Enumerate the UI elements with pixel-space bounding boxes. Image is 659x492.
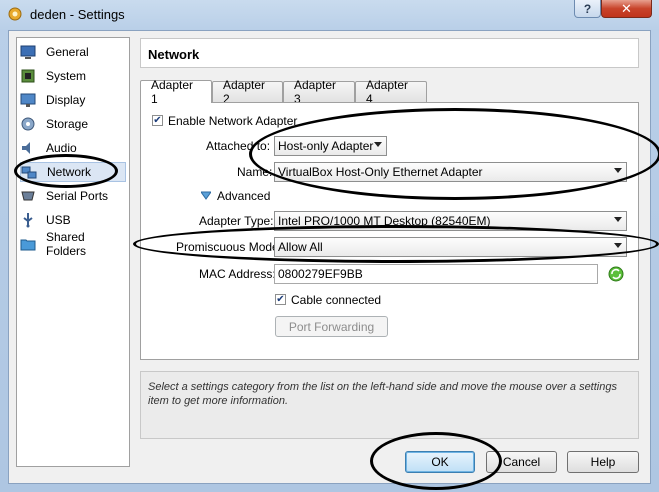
port-forwarding-button[interactable]: Port Forwarding [275,316,388,337]
help-title-button[interactable]: ? [574,0,601,18]
sidebar-item-network[interactable]: Network [20,162,126,182]
display-icon [20,92,36,108]
attached-to-value: Host-only Adapter [278,139,374,153]
attached-to-select[interactable]: Host-only Adapter [274,136,387,156]
chevron-down-icon [614,168,622,173]
enable-adapter-label: Enable Network Adapter [168,114,298,128]
adapter-type-select[interactable]: Intel PRO/1000 MT Desktop (82540EM) [274,211,627,231]
audio-icon [20,140,36,156]
promiscuous-mode-value: Allow All [278,240,323,254]
help-label: Help [590,455,616,469]
promiscuous-mode-label: Promiscuous Mode: [176,240,283,254]
dialog-client-area: General System Display Storage Audio Net… [8,30,651,484]
general-icon [20,44,36,60]
category-list: General System Display Storage Audio Net… [16,37,130,467]
checkmark-icon: ✔ [153,114,162,126]
title-bar: deden - Settings ? ✕ [0,0,659,30]
tab-adapter-2[interactable]: Adapter 2 [212,78,283,106]
settings-gear-icon [8,7,22,21]
tab-adapter-1[interactable]: Adapter 1 [140,78,212,106]
sidebar-item-label: Storage [46,117,89,131]
page-title: Network [148,47,200,62]
adapter-name-value: VirtualBox Host-Only Ethernet Adapter [278,165,483,179]
adapter-type-label: Adapter Type: [199,214,274,228]
enable-adapter-checkbox[interactable]: ✔ [152,115,163,126]
sidebar-item-display[interactable]: Display [20,90,126,110]
sidebar-item-usb[interactable]: USB [20,210,126,230]
window-title: deden - Settings [30,7,125,22]
sidebar-item-system[interactable]: System [20,66,126,86]
advanced-toggle-icon[interactable] [201,191,211,201]
serial-ports-icon [20,188,36,204]
ok-label: OK [431,455,449,469]
sidebar-item-label: Network [47,165,92,179]
checkmark-icon: ✔ [276,293,285,305]
promiscuous-mode-select[interactable]: Allow All [274,237,627,257]
adapter-panel: ✔ Enable Network Adapter Attached to: Ho… [140,102,639,360]
close-button[interactable]: ✕ [601,0,652,18]
mac-address-value: 0800279EF9BB [278,267,363,281]
system-icon [20,68,36,84]
help-icon: ? [583,1,592,16]
ok-button[interactable]: OK [405,451,475,473]
sidebar-item-label: Serial Ports [46,189,109,203]
sidebar-item-serial-ports[interactable]: Serial Ports [20,186,126,206]
storage-icon [20,116,36,132]
cable-connected-label: Cable connected [291,293,382,307]
info-box: Select a settings category from the list… [140,371,639,439]
cancel-label: Cancel [502,455,541,469]
attached-to-label: Attached to: [206,139,271,153]
info-text: Select a settings category from the list… [148,381,617,407]
tab-adapter-4[interactable]: Adapter 4 [355,78,427,106]
sidebar-item-label: Shared Folders [46,230,87,258]
shared-folders-icon [20,236,36,252]
sidebar-item-label: Display [46,93,86,107]
close-icon: ✕ [621,0,632,16]
adapter-type-value: Intel PRO/1000 MT Desktop (82540EM) [278,214,491,228]
tab-label: Adapter 1 [151,78,194,106]
sidebar-item-storage[interactable]: Storage [20,114,126,134]
advanced-label[interactable]: Advanced [217,189,270,203]
settings-window: deden - Settings ? ✕ General System Disp… [0,0,659,492]
mac-address-label: MAC Address: [199,267,276,281]
sidebar-item-label: USB [46,213,71,227]
usb-icon [20,212,36,228]
network-icon [21,164,37,180]
refresh-mac-icon[interactable] [607,265,625,283]
chevron-down-icon [614,217,622,222]
sidebar-item-audio[interactable]: Audio [20,138,126,158]
sidebar-item-label: Audio [46,141,77,155]
page-header: Network [140,38,639,68]
sidebar-item-label: General [46,45,89,59]
sidebar-item-general[interactable]: General [20,42,126,62]
mac-address-input[interactable]: 0800279EF9BB [274,264,598,284]
chevron-down-icon [614,243,622,248]
sidebar-item-label: System [46,69,87,83]
cable-connected-checkbox[interactable]: ✔ [275,294,286,305]
name-label: Name: [237,165,273,179]
cancel-button[interactable]: Cancel [486,451,557,473]
adapter-name-select[interactable]: VirtualBox Host-Only Ethernet Adapter [274,162,627,182]
sidebar-item-shared-folders[interactable]: Shared Folders [20,230,126,258]
tab-adapter-3[interactable]: Adapter 3 [283,78,355,106]
chevron-down-icon [374,142,382,147]
help-button[interactable]: Help [567,451,639,473]
port-forwarding-label: Port Forwarding [288,319,375,334]
